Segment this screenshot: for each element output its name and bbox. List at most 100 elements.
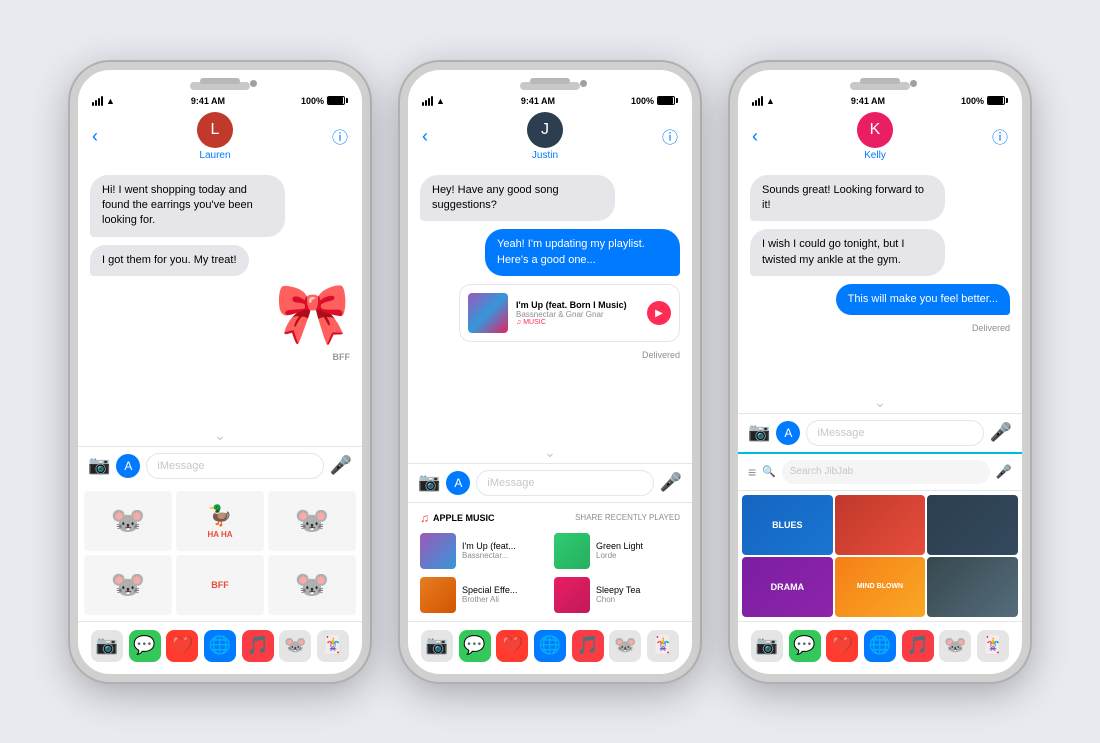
phone-speaker: [200, 78, 240, 84]
back-button-3[interactable]: ‹: [752, 126, 758, 147]
wifi-icon-2: ▲: [436, 96, 445, 106]
music-item-artist-2: Brother Ali: [462, 595, 546, 604]
jibjab-cell-mindblown[interactable]: MIND BLOWN: [835, 557, 926, 617]
apps-icon-1[interactable]: A: [116, 454, 140, 478]
delivered-label-3: Delivered: [972, 323, 1010, 333]
jibjab-menu-icon[interactable]: ≡: [748, 464, 756, 480]
music-item-info-2: Special Effe... Brother Ali: [462, 585, 546, 604]
wifi-icon: ▲: [106, 96, 115, 106]
music-item-3[interactable]: Sleepy Tea Chon: [554, 577, 680, 613]
apps-icon-2[interactable]: A: [446, 471, 470, 495]
camera-icon-3[interactable]: 📷: [748, 422, 770, 443]
dock-icon-mickey-1[interactable]: 🐭: [279, 630, 311, 662]
sticker-cell-4[interactable]: 🐭: [84, 555, 172, 615]
back-button-2[interactable]: ‹: [422, 126, 428, 147]
dock-icon-camera-2[interactable]: 📷: [421, 630, 453, 662]
dock-icon-music-3[interactable]: 🎵: [902, 630, 934, 662]
jibjab-cell-drama[interactable]: DRAMA: [742, 557, 833, 617]
info-button-3[interactable]: ⓘ: [992, 124, 1008, 148]
contact-avatar-3[interactable]: K Kelly: [857, 112, 893, 161]
dock-icon-msg-1[interactable]: 💬: [129, 630, 161, 662]
signal-bars-2: [422, 96, 433, 106]
jibjab-cell-1[interactable]: [835, 495, 926, 555]
avatar-initial-3: K: [857, 112, 893, 148]
message-received-3a: Sounds great! Looking forward to it!: [750, 175, 945, 222]
time-3: 9:41 AM: [851, 96, 885, 106]
contact-avatar-2[interactable]: J Justin: [527, 112, 563, 161]
sticker-cell-1[interactable]: 🐭: [84, 491, 172, 551]
mic-icon-3[interactable]: 🎤: [990, 422, 1012, 443]
music-item-0[interactable]: I'm Up (feat... Bassnectar...: [420, 533, 546, 569]
sticker-cell-3[interactable]: 🐭: [268, 491, 356, 551]
jibjab-cell-5[interactable]: [927, 557, 1018, 617]
info-button-2[interactable]: ⓘ: [662, 124, 678, 148]
dock-icon-music-2[interactable]: 🎵: [572, 630, 604, 662]
contact-avatar-1[interactable]: L Lauren: [197, 112, 233, 161]
message-sent-2a: Yeah! I'm updating my playlist. Here's a…: [485, 229, 680, 276]
sticker-cell-6[interactable]: 🐭: [268, 555, 356, 615]
dock-icon-jibjab-3[interactable]: 🃏: [977, 630, 1009, 662]
message-received-1a: Hi! I went shopping today and found the …: [90, 175, 285, 237]
sticker-cell-5[interactable]: BFF: [176, 555, 264, 615]
jibjab-cell-2[interactable]: [927, 495, 1018, 555]
music-artist: Bassnectar & Gnar Gnar: [516, 310, 639, 319]
dock-icon-camera-1[interactable]: 📷: [91, 630, 123, 662]
music-item-2[interactable]: Special Effe... Brother Ali: [420, 577, 546, 613]
dock-icon-red-3[interactable]: ❤️: [826, 630, 858, 662]
phone-camera: [250, 80, 257, 87]
music-card-2[interactable]: I'm Up (feat. Born I Music) Bassnectar &…: [459, 284, 680, 342]
avatar-image-3: K: [857, 112, 893, 148]
music-play-button[interactable]: ▶: [647, 301, 671, 325]
dock-icon-mickey-3[interactable]: 🐭: [939, 630, 971, 662]
dock-icon-red-1[interactable]: ❤️: [166, 630, 198, 662]
dock-icon-jibjab-1[interactable]: 🃏: [317, 630, 349, 662]
jibjab-cell-label-0: BLUES: [772, 520, 803, 530]
app-dock-2: 📷 💬 ❤️ 🌐 🎵 🐭 🃏: [408, 621, 692, 674]
nav-bar-3: ‹ K Kelly ⓘ: [738, 108, 1022, 167]
input-bar-1: 📷 A iMessage 🎤: [78, 446, 362, 485]
apps-icon-3[interactable]: A: [776, 421, 800, 445]
dock-icon-music-1[interactable]: 🎵: [242, 630, 274, 662]
message-input-2[interactable]: iMessage: [476, 470, 653, 496]
phone-speaker-2: [530, 78, 570, 84]
mic-icon-2[interactable]: 🎤: [660, 472, 682, 493]
music-item-1[interactable]: Green Light Lorde: [554, 533, 680, 569]
messages-area-3: Sounds great! Looking forward to it! I w…: [738, 167, 1022, 392]
camera-icon-1[interactable]: 📷: [88, 455, 110, 476]
contact-name-3: Kelly: [864, 150, 886, 161]
camera-icon-2[interactable]: 📷: [418, 472, 440, 493]
input-placeholder-1: iMessage: [157, 460, 204, 472]
back-button-1[interactable]: ‹: [92, 126, 98, 147]
jibjab-search-input[interactable]: Search JibJab: [782, 460, 990, 484]
app-dock-1: 📷 💬 ❤️ 🌐 🎵 🐭 🃏: [78, 621, 362, 674]
music-grid: I'm Up (feat... Bassnectar... Green Ligh…: [408, 529, 692, 621]
music-source: ♫ MUSIC: [516, 319, 639, 326]
dock-icon-msg-3[interactable]: 💬: [789, 630, 821, 662]
input-bar-3: 📷 A iMessage 🎤: [738, 413, 1022, 452]
dock-icon-globe-3[interactable]: 🌐: [864, 630, 896, 662]
dock-icon-globe-1[interactable]: 🌐: [204, 630, 236, 662]
dock-icon-camera-3[interactable]: 📷: [751, 630, 783, 662]
mic-icon-1[interactable]: 🎤: [330, 455, 352, 476]
jibjab-mic-icon[interactable]: 🎤: [996, 464, 1012, 480]
info-button-1[interactable]: ⓘ: [332, 124, 348, 148]
apple-music-logo: ♫ APPLE MUSIC: [420, 511, 495, 525]
dock-icon-jibjab-2[interactable]: 🃏: [647, 630, 679, 662]
sticker-cell-2[interactable]: 🦆 HA HA: [176, 491, 264, 551]
phone-lauren: ▲ 9:41 AM 100% ‹ L Lauren ⓘ Hi! I went s…: [70, 62, 370, 682]
message-input-3[interactable]: iMessage: [806, 420, 983, 446]
input-placeholder-3: iMessage: [817, 427, 864, 439]
battery-icon-2: [657, 96, 678, 105]
jibjab-cell-blues[interactable]: BLUES: [742, 495, 833, 555]
message-input-1[interactable]: iMessage: [146, 453, 323, 479]
avatar-initial-2: J: [527, 112, 563, 148]
dock-icon-mickey-2[interactable]: 🐭: [609, 630, 641, 662]
sticker-grid-1: 🐭 🦆 HA HA 🐭 🐭 BFF 🐭: [78, 485, 362, 621]
music-item-title-3: Sleepy Tea: [596, 585, 680, 595]
dock-icon-globe-2[interactable]: 🌐: [534, 630, 566, 662]
dock-icon-msg-2[interactable]: 💬: [459, 630, 491, 662]
message-received-1b: I got them for you. My treat!: [90, 245, 249, 276]
sticker-1: 🎀: [275, 284, 350, 344]
music-item-artist-1: Lorde: [596, 551, 680, 560]
dock-icon-red-2[interactable]: ❤️: [496, 630, 528, 662]
